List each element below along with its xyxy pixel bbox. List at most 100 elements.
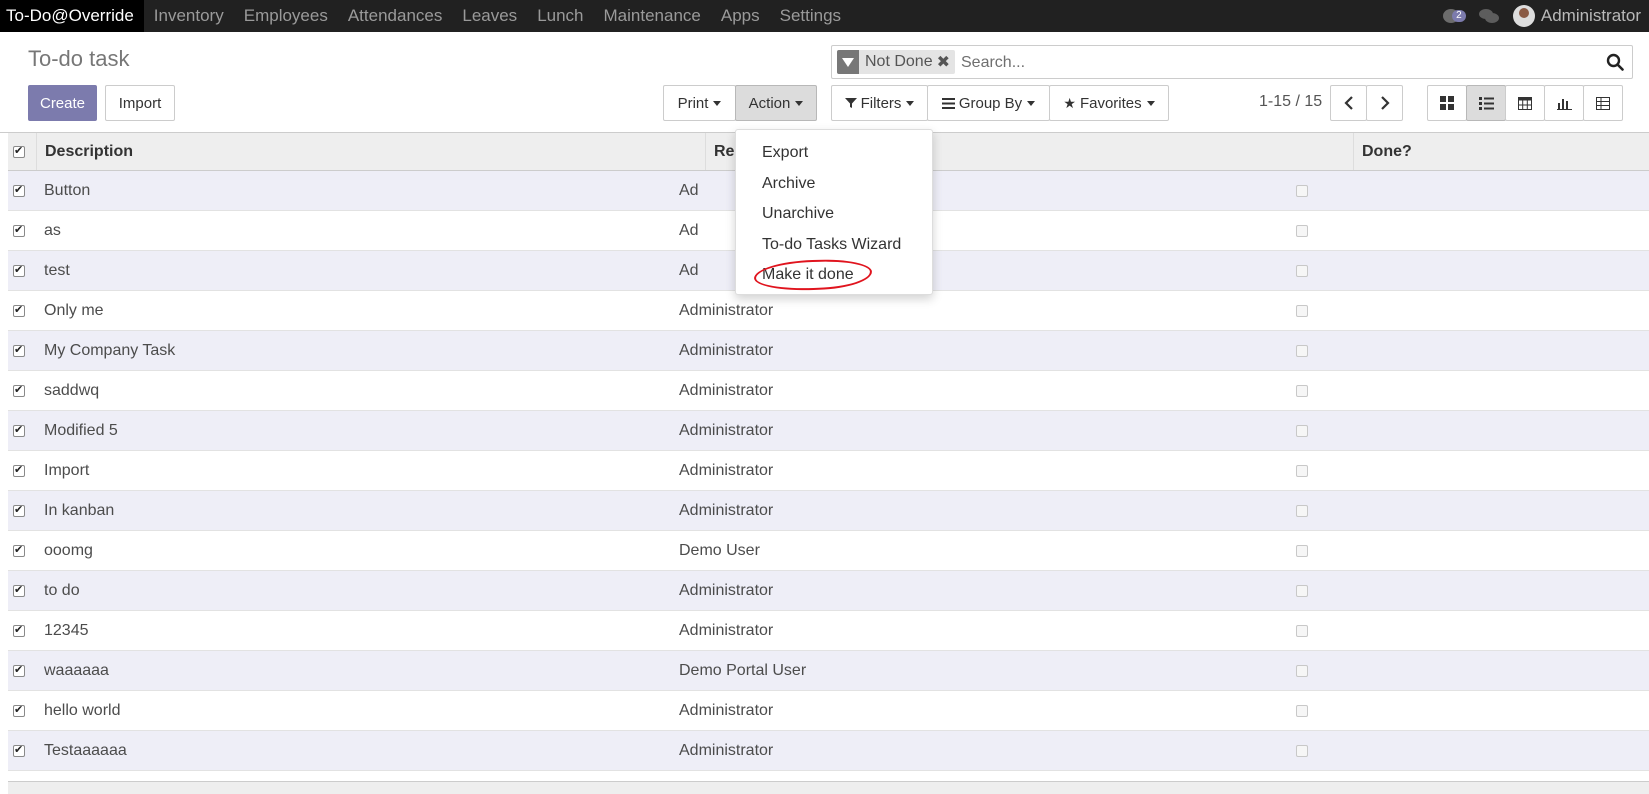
action-menu-archive[interactable]: Archive bbox=[736, 169, 932, 200]
row-select-cell[interactable] bbox=[13, 451, 33, 490]
row-checkbox[interactable] bbox=[13, 463, 25, 477]
caret-down-icon bbox=[713, 100, 722, 106]
activity-badge: 2 bbox=[1451, 10, 1466, 22]
row-description: test bbox=[44, 261, 70, 279]
row-checkbox[interactable] bbox=[13, 703, 25, 717]
table-row[interactable]: ooomg Demo User bbox=[8, 531, 1649, 571]
row-checkbox[interactable] bbox=[13, 583, 25, 597]
select-all-checkbox[interactable] bbox=[13, 144, 25, 158]
favorites-button[interactable]: ★ Favorites bbox=[1049, 85, 1169, 121]
chevron-right-icon bbox=[1380, 96, 1390, 110]
menu-item-leaves[interactable]: Leaves bbox=[452, 0, 527, 32]
graph-view-button[interactable] bbox=[1544, 85, 1584, 121]
action-menu-unarchive[interactable]: Unarchive bbox=[736, 199, 932, 230]
calendar-view-button[interactable] bbox=[1505, 85, 1545, 121]
row-select-cell[interactable] bbox=[13, 691, 33, 730]
done-checkbox bbox=[1296, 664, 1308, 677]
column-header-done[interactable]: Done? bbox=[1362, 133, 1412, 170]
row-done-cell bbox=[1296, 291, 1308, 330]
row-select-cell[interactable] bbox=[13, 491, 33, 530]
table-row[interactable]: hello world Administrator bbox=[8, 691, 1649, 731]
row-select-cell[interactable] bbox=[13, 731, 33, 770]
column-header-description[interactable]: Description bbox=[45, 133, 133, 170]
table-row[interactable]: My Company Task Administrator bbox=[8, 331, 1649, 371]
table-row[interactable]: Testaaaaaa Administrator bbox=[8, 731, 1649, 771]
row-checkbox[interactable] bbox=[13, 423, 25, 437]
pager-value[interactable]: 1-15 / 15 bbox=[1259, 93, 1322, 111]
chat-icon[interactable] bbox=[1478, 8, 1499, 24]
row-description: Testaaaaaa bbox=[44, 741, 127, 759]
row-description: Modified 5 bbox=[44, 421, 118, 439]
menu-item-maintenance[interactable]: Maintenance bbox=[594, 0, 711, 32]
row-done-cell bbox=[1296, 371, 1308, 410]
done-checkbox bbox=[1296, 224, 1308, 237]
row-select-cell[interactable] bbox=[13, 651, 33, 690]
search-bar[interactable]: Not Done ✖ bbox=[831, 45, 1633, 79]
row-description: hello world bbox=[44, 701, 121, 719]
row-checkbox[interactable] bbox=[13, 303, 25, 317]
table-row[interactable]: saddwq Administrator bbox=[8, 371, 1649, 411]
remove-facet-icon[interactable]: ✖ bbox=[937, 52, 955, 72]
row-checkbox[interactable] bbox=[13, 543, 25, 557]
menu-item-attendances[interactable]: Attendances bbox=[338, 0, 453, 32]
row-select-cell[interactable] bbox=[13, 611, 33, 650]
kanban-view-button[interactable] bbox=[1427, 85, 1467, 121]
pivot-view-button[interactable] bbox=[1583, 85, 1623, 121]
row-checkbox[interactable] bbox=[13, 183, 25, 197]
row-description: Only me bbox=[44, 301, 104, 319]
row-checkbox[interactable] bbox=[13, 263, 25, 277]
group-by-button[interactable]: Group By bbox=[927, 85, 1050, 121]
row-select-cell[interactable] bbox=[13, 531, 33, 570]
list-view-button[interactable] bbox=[1466, 85, 1506, 121]
action-menu-export[interactable]: Export bbox=[736, 138, 932, 169]
row-select-cell[interactable] bbox=[13, 571, 33, 610]
table-row[interactable]: waaaaaa Demo Portal User bbox=[8, 651, 1649, 691]
row-checkbox[interactable] bbox=[13, 743, 25, 757]
row-done-cell bbox=[1296, 651, 1308, 690]
row-select-cell[interactable] bbox=[13, 291, 33, 330]
table-row[interactable]: In kanban Administrator bbox=[8, 491, 1649, 531]
create-button[interactable]: Create bbox=[28, 85, 97, 121]
table-row[interactable]: 12345 Administrator bbox=[8, 611, 1649, 651]
row-select-cell[interactable] bbox=[13, 371, 33, 410]
pager-next-button[interactable] bbox=[1366, 85, 1403, 121]
select-all-cell[interactable] bbox=[13, 133, 33, 170]
row-checkbox[interactable] bbox=[13, 343, 25, 357]
filters-button[interactable]: Filters bbox=[831, 85, 928, 121]
pager-previous-button[interactable] bbox=[1330, 85, 1367, 121]
row-done-cell bbox=[1296, 531, 1308, 570]
menu-item-employees[interactable]: Employees bbox=[234, 0, 338, 32]
column-header-responsible[interactable]: Re bbox=[714, 133, 734, 170]
done-checkbox bbox=[1296, 264, 1308, 277]
action-button[interactable]: Action bbox=[735, 85, 817, 121]
user-menu[interactable]: Administrator bbox=[1512, 5, 1641, 27]
row-select-cell[interactable] bbox=[13, 251, 33, 290]
table-row[interactable]: to do Administrator bbox=[8, 571, 1649, 611]
table-row[interactable]: Modified 5 Administrator bbox=[8, 411, 1649, 451]
menu-item-inventory[interactable]: Inventory bbox=[144, 0, 234, 32]
row-select-cell[interactable] bbox=[13, 171, 33, 210]
activity-icon[interactable]: 2 bbox=[1442, 7, 1466, 25]
menu-item-settings[interactable]: Settings bbox=[770, 0, 851, 32]
row-checkbox[interactable] bbox=[13, 383, 25, 397]
search-input[interactable] bbox=[961, 51, 1561, 75]
row-select-cell[interactable] bbox=[13, 411, 33, 450]
search-icon[interactable] bbox=[1606, 53, 1624, 71]
search-facet[interactable]: Not Done ✖ bbox=[837, 50, 955, 74]
action-menu-todo-wizard[interactable]: To-do Tasks Wizard bbox=[736, 230, 932, 261]
caret-down-icon bbox=[1027, 100, 1036, 106]
import-button[interactable]: Import bbox=[105, 85, 175, 121]
print-button[interactable]: Print bbox=[663, 85, 736, 121]
row-select-cell[interactable] bbox=[13, 211, 33, 250]
row-checkbox[interactable] bbox=[13, 663, 25, 677]
table-row[interactable]: Only me Administrator bbox=[8, 291, 1649, 331]
row-select-cell[interactable] bbox=[13, 331, 33, 370]
app-brand[interactable]: To-Do@Override bbox=[0, 0, 144, 32]
row-checkbox[interactable] bbox=[13, 223, 25, 237]
row-checkbox[interactable] bbox=[13, 503, 25, 517]
menu-item-lunch[interactable]: Lunch bbox=[527, 0, 593, 32]
menu-item-apps[interactable]: Apps bbox=[711, 0, 770, 32]
table-footer bbox=[8, 781, 1649, 794]
table-row[interactable]: Import Administrator bbox=[8, 451, 1649, 491]
row-checkbox[interactable] bbox=[13, 623, 25, 637]
